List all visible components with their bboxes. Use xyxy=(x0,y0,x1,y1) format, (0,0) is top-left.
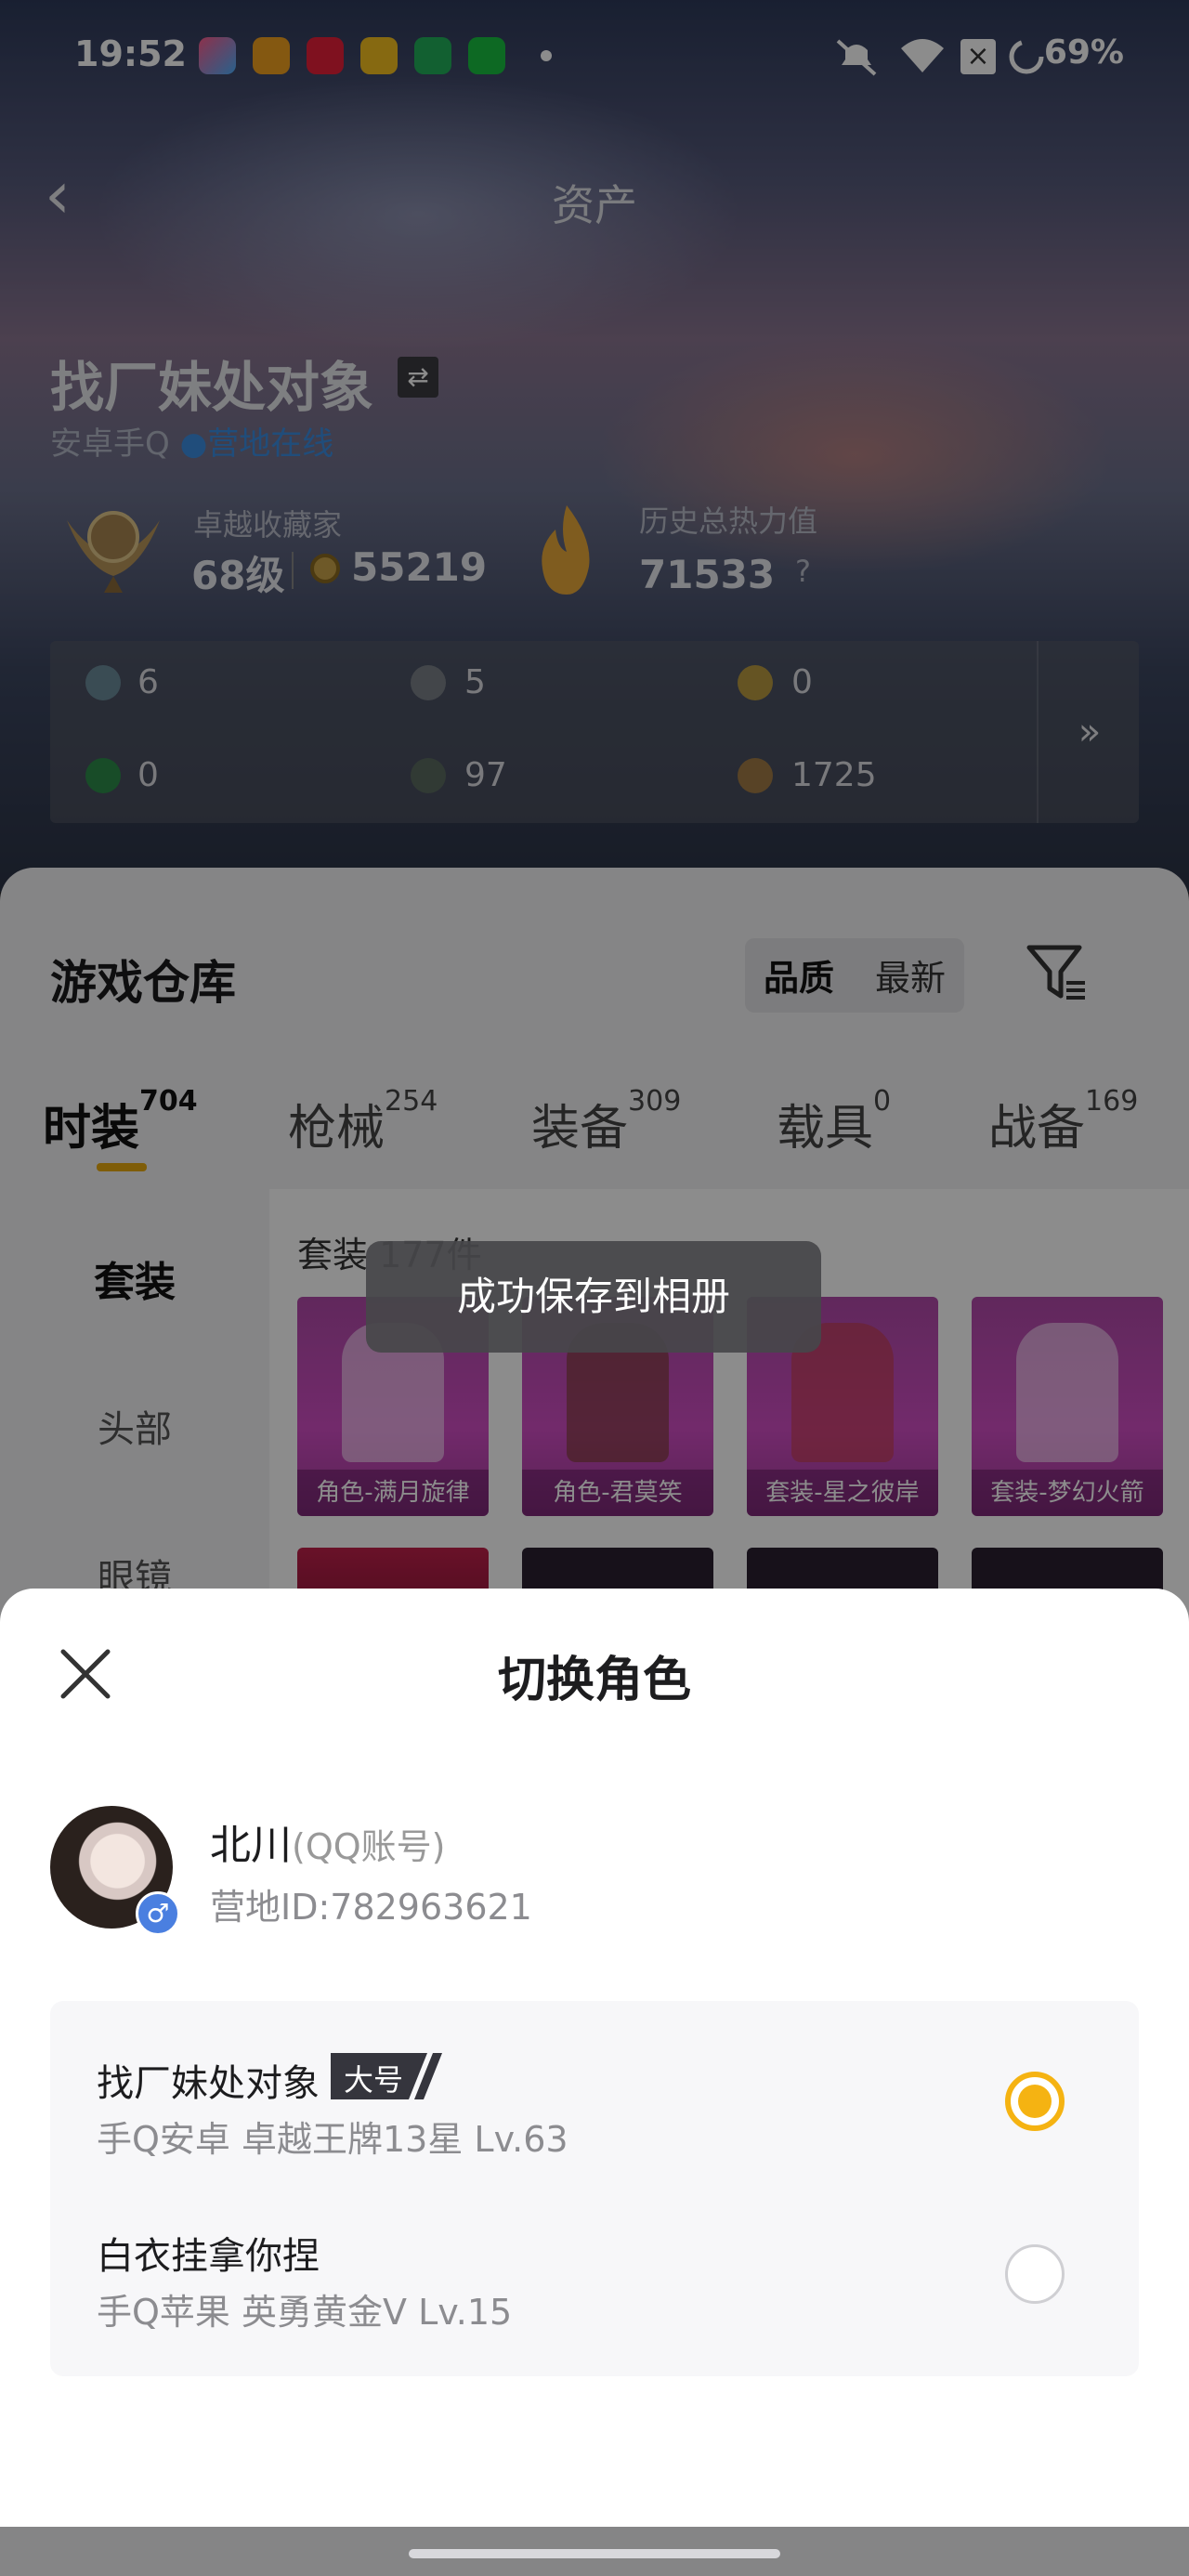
role-name: 找厂妹处对象 xyxy=(97,2062,320,2105)
male-gender-icon: ♂ xyxy=(136,1891,180,1936)
role-detail: 手Q安卓 卓越王牌13星 Lv.63 xyxy=(97,2119,568,2160)
role-detail: 手Q苹果 英勇黄金V Lv.15 xyxy=(97,2292,513,2333)
badge-label: 大号 xyxy=(344,2062,404,2098)
home-indicator[interactable] xyxy=(409,2549,780,2558)
sheet-title: 切换角色 xyxy=(497,1653,691,1708)
role-radio-selected[interactable] xyxy=(1005,2072,1065,2131)
account-name: 北川(QQ账号) xyxy=(210,1822,446,1869)
toast-message: 成功保存到相册 xyxy=(366,1241,821,1353)
role-radio[interactable] xyxy=(1005,2244,1065,2304)
camp-id: 营地ID:782963621 xyxy=(210,1887,532,1928)
role-name: 白衣挂拿你捏 xyxy=(97,2235,320,2278)
account-type: (QQ账号) xyxy=(292,1826,446,1867)
